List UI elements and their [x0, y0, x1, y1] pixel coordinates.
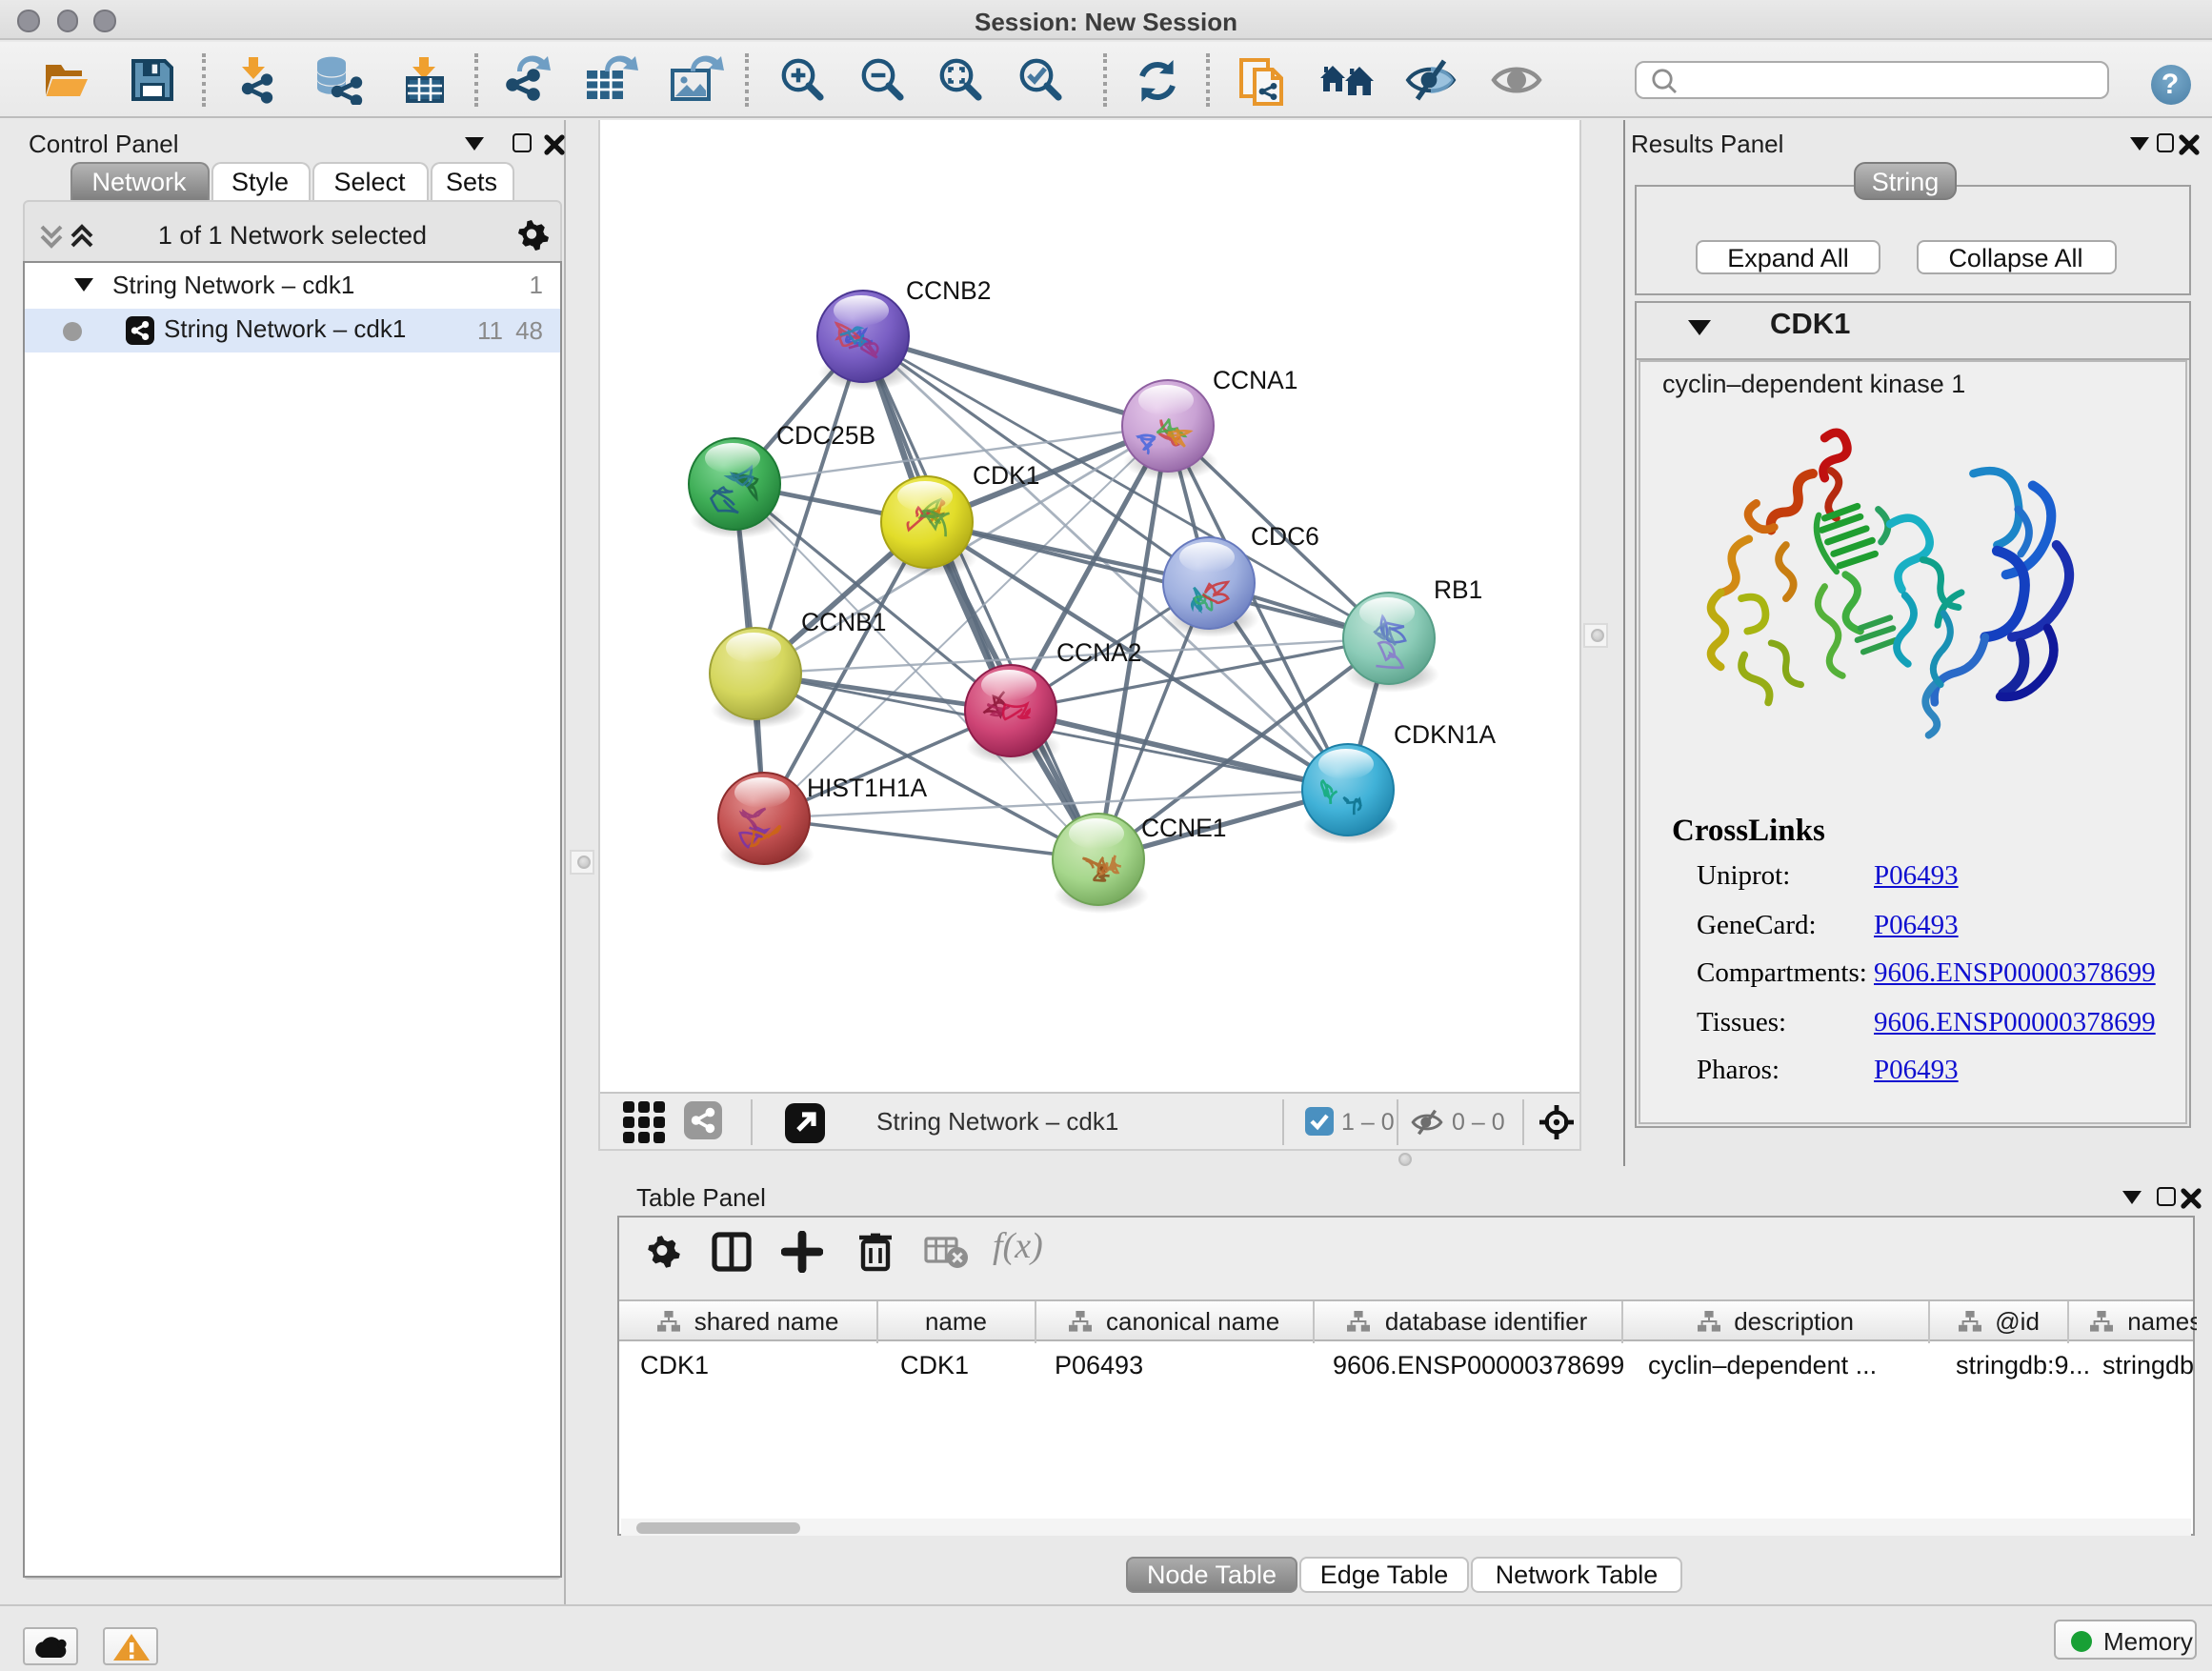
- svg-text:CCNB2: CCNB2: [906, 276, 991, 305]
- svg-text:CDC25B: CDC25B: [776, 421, 875, 450]
- svg-text:RB1: RB1: [1434, 575, 1482, 604]
- svg-text:CCNA1: CCNA1: [1213, 366, 1297, 394]
- svg-text:CDKN1A: CDKN1A: [1394, 720, 1496, 749]
- svg-text:CCNB1: CCNB1: [801, 608, 886, 636]
- svg-text:HIST1H1A: HIST1H1A: [807, 774, 928, 802]
- svg-text:CCNA2: CCNA2: [1056, 638, 1141, 667]
- svg-text:CCNE1: CCNE1: [1141, 814, 1226, 842]
- svg-text:CDC6: CDC6: [1251, 522, 1319, 551]
- svg-text:CDK1: CDK1: [973, 461, 1039, 490]
